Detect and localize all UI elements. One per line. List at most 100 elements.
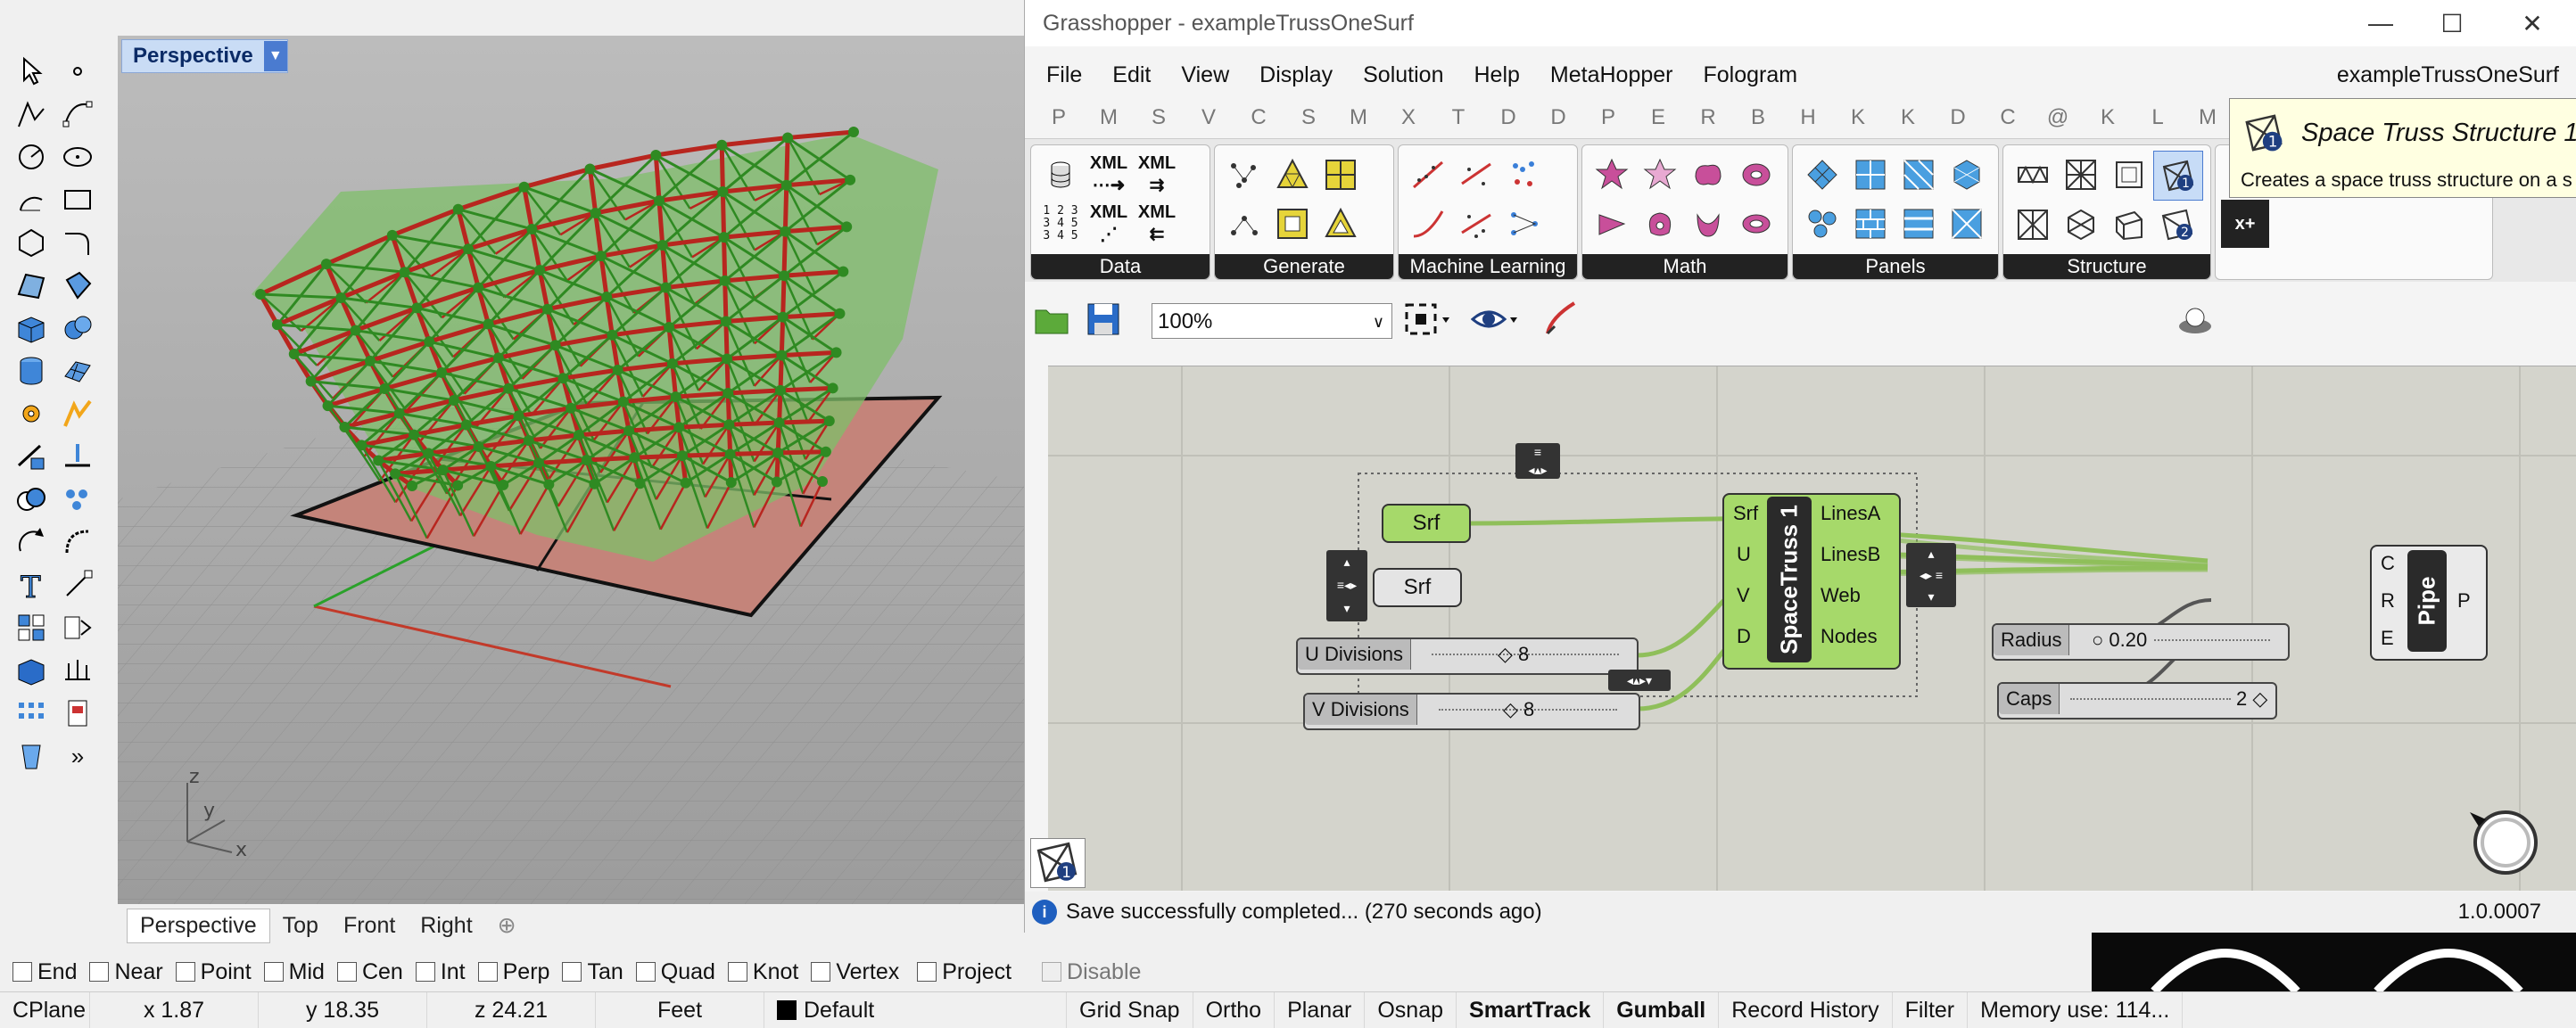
zoom-level-select[interactable]: 100% ∨ [1152, 303, 1392, 339]
truss-output-linesb[interactable]: LinesB [1821, 543, 1880, 566]
layer-indicator[interactable]: Default [764, 992, 1067, 1028]
u-divisions-slider[interactable]: U Divisions ◇ 8 [1296, 637, 1639, 675]
gh-tab-9[interactable]: D [1483, 105, 1533, 130]
circle-icon[interactable] [9, 139, 54, 175]
polygon-icon[interactable] [9, 225, 54, 260]
param-controls-left[interactable]: ▴ ≡◂▸ ▾ [1326, 550, 1367, 621]
tab-perspective[interactable]: Perspective [127, 908, 270, 943]
analyze-icon[interactable] [55, 396, 100, 432]
truss-output-web[interactable]: Web [1821, 584, 1861, 607]
gh-tab-15[interactable]: H [1783, 105, 1833, 130]
pipe-input-e[interactable]: E [2381, 627, 2394, 650]
box-solid-icon[interactable] [9, 310, 54, 346]
truss-box-icon[interactable] [2105, 151, 2153, 199]
hex-panel-icon[interactable] [1943, 151, 1991, 199]
layout-icon[interactable] [55, 695, 100, 731]
osnap-mid[interactable]: Mid [263, 959, 325, 985]
menu-help[interactable]: Help [1458, 62, 1534, 88]
more-tools-icon[interactable]: » [55, 738, 100, 774]
kmeans-icon[interactable] [1452, 200, 1500, 248]
osnap-checkbox[interactable] [415, 962, 435, 982]
preview-eye-icon[interactable] [1470, 301, 1524, 341]
curve-fit-icon[interactable] [1404, 200, 1452, 248]
truss-output-nodes[interactable]: Nodes [1821, 625, 1878, 648]
curve-icon[interactable] [55, 96, 100, 132]
block-icon[interactable] [9, 610, 54, 646]
neural-net-icon[interactable] [1500, 200, 1548, 248]
data-cylinder-icon[interactable] [1036, 151, 1085, 199]
filter-toggle[interactable]: Filter [1893, 992, 1969, 1028]
text-icon[interactable]: T [9, 567, 54, 604]
maximize-button[interactable]: ☐ [2425, 0, 2479, 46]
xml-split-icon[interactable]: XML ⇇ [1133, 200, 1181, 248]
cluster-line-icon[interactable] [1452, 151, 1500, 199]
osnap-knot[interactable]: Knot [727, 959, 798, 985]
osnap-disable[interactable]: Disable [1042, 959, 1141, 985]
space-truss-component[interactable]: Srf U V D SpaceTruss 1 LinesA LinesB Web… [1722, 493, 1901, 670]
gh-tab-19[interactable]: C [1983, 105, 2033, 130]
star-outline-icon[interactable] [1636, 151, 1684, 199]
osnap-checkbox[interactable] [917, 962, 937, 982]
units-label[interactable]: Feet [596, 992, 764, 1028]
dot-cluster-icon[interactable] [1500, 151, 1548, 199]
trim-icon[interactable] [55, 439, 100, 474]
gh-canvas[interactable]: ≡ ◂▴▸ Srf Srf ▴ ≡◂▸ ▾ U Divisions ◇ 8 V Div… [1048, 366, 2576, 891]
record-history-toggle[interactable]: Record History [1719, 992, 1893, 1028]
gh-tab-13[interactable]: R [1683, 105, 1733, 130]
planar-toggle[interactable]: Planar [1275, 992, 1366, 1028]
osnap-tan[interactable]: Tan [562, 959, 623, 985]
blob-shape-icon[interactable] [1684, 151, 1732, 199]
truss-input-v[interactable]: V [1737, 584, 1750, 607]
menu-file[interactable]: File [1025, 62, 1097, 88]
tab-right[interactable]: Right [408, 909, 484, 942]
gh-tab-5[interactable]: S [1284, 105, 1333, 130]
gh-tab-18[interactable]: D [1933, 105, 1983, 130]
osnap-checkbox[interactable] [477, 962, 498, 982]
tab-front[interactable]: Front [331, 909, 408, 942]
gh-tab-7[interactable]: X [1383, 105, 1433, 130]
truss-input-u[interactable]: U [1737, 543, 1751, 566]
osnap-checkbox[interactable] [727, 962, 747, 982]
triangle-grid-icon[interactable] [1268, 151, 1317, 199]
history-icon[interactable] [55, 610, 100, 646]
gh-tab-16[interactable]: K [1833, 105, 1883, 130]
canvas-navigation-widget[interactable] [2466, 803, 2538, 875]
gh-tab-6[interactable]: M [1333, 105, 1383, 130]
cone-shape-icon[interactable] [1588, 200, 1636, 248]
xml-arrow-icon[interactable]: XML ⋯➜ [1085, 151, 1133, 199]
surface-from-curves-icon[interactable] [9, 267, 54, 303]
gh-tab-2[interactable]: S [1134, 105, 1184, 130]
osnap-checkbox[interactable] [175, 962, 195, 982]
canvas-component-icon[interactable]: 1 [1030, 838, 1086, 888]
osnap-point[interactable]: Point [175, 959, 252, 985]
osnap-checkbox[interactable] [635, 962, 656, 982]
gumball-icon[interactable] [55, 653, 100, 688]
ellipse-icon[interactable] [55, 139, 100, 175]
caps-slider[interactable]: Caps 2 ◇ [1997, 682, 2277, 720]
osnap-checkbox[interactable] [12, 962, 32, 982]
knot-icon[interactable] [1636, 200, 1684, 248]
sketch-pen-icon[interactable] [1542, 300, 1581, 343]
osnap-near[interactable]: Near [89, 959, 163, 985]
viewport-title-tab[interactable]: Perspective ▼ [121, 39, 288, 73]
menu-view[interactable]: View [1166, 62, 1244, 88]
circle-pack-icon[interactable] [1798, 200, 1846, 248]
list-table-icon[interactable]: 1 2 3 3 4 5 3 4 5 [1036, 200, 1085, 248]
xml-merge-icon[interactable]: XML ⇉ [1133, 151, 1181, 199]
osnap-end[interactable]: End [12, 959, 77, 985]
gh-tab-4[interactable]: C [1234, 105, 1284, 130]
open-file-icon[interactable] [1034, 301, 1071, 341]
cross-panel-icon[interactable] [1943, 200, 1991, 248]
split-icon[interactable] [9, 439, 54, 474]
voronoi-points-icon[interactable] [1220, 200, 1268, 248]
osnap-vertex[interactable]: Vertex [811, 959, 899, 985]
osnap-checkbox[interactable] [263, 962, 284, 982]
brick-panel-icon[interactable] [1846, 200, 1895, 248]
caps-slider-track[interactable] [2070, 698, 2231, 700]
grid-snap-toggle[interactable]: Grid Snap [1067, 992, 1193, 1028]
rhino-perspective-viewport[interactable]: z y x [118, 36, 1024, 904]
gh-tab-20[interactable]: @ [2033, 105, 2083, 130]
twist-icon[interactable] [1684, 200, 1732, 248]
star-shape-icon[interactable] [1588, 151, 1636, 199]
pipe-input-c[interactable]: C [2381, 552, 2395, 575]
